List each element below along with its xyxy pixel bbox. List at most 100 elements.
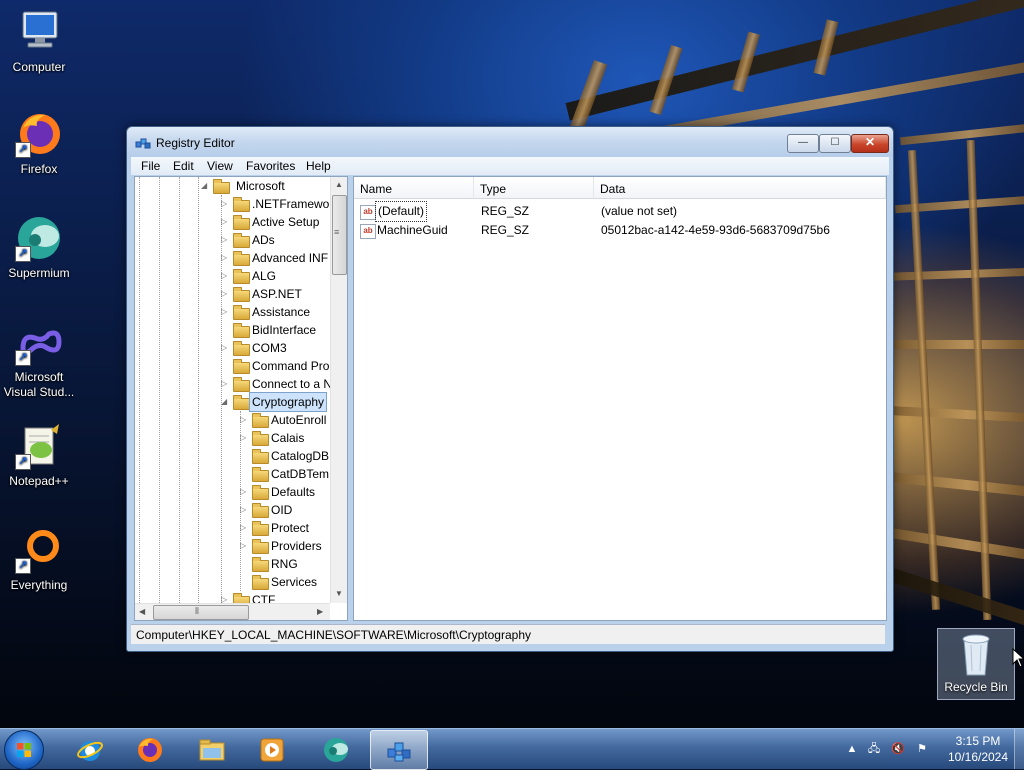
- expand-arrow-icon[interactable]: ▷: [240, 519, 250, 537]
- desktop-icon-computer[interactable]: Computer: [1, 8, 77, 75]
- expand-arrow-icon[interactable]: ▷: [221, 339, 231, 357]
- desktop-icon-firefox[interactable]: ↗ Firefox: [1, 110, 77, 177]
- folder-icon: [252, 503, 269, 518]
- taskbar-registry-editor[interactable]: [370, 730, 428, 770]
- menu-edit[interactable]: Edit: [173, 159, 194, 173]
- taskbar-firefox[interactable]: [122, 730, 178, 768]
- scroll-left-arrow-icon[interactable]: ◀: [139, 607, 145, 616]
- tree-node-label: Providers: [271, 539, 322, 553]
- tree-node[interactable]: ▷ CTF: [221, 591, 330, 603]
- start-button[interactable]: [4, 730, 44, 770]
- collapse-arrow-icon[interactable]: ◢: [221, 393, 231, 411]
- desktop-icon-notepad-plus-plus[interactable]: ↗ Notepad++: [1, 422, 77, 489]
- menu-favorites[interactable]: Favorites: [246, 159, 295, 173]
- tree-node-child[interactable]: CatDBTem: [240, 465, 330, 483]
- expand-arrow-icon[interactable]: ▷: [221, 285, 231, 303]
- tree-node[interactable]: ▷ .NETFramewo: [221, 195, 330, 213]
- expand-arrow-icon[interactable]: ▷: [240, 537, 250, 555]
- value-row[interactable]: ab (Default) REG_SZ (value not set): [354, 201, 886, 222]
- expand-arrow-icon[interactable]: ▷: [221, 231, 231, 249]
- tree-node-child[interactable]: ▷ Protect: [240, 519, 330, 537]
- registry-editor-window[interactable]: Registry Editor — ☐ ✕ File Edit View Fav…: [126, 126, 894, 652]
- menu-help[interactable]: Help: [306, 159, 331, 173]
- title-bar[interactable]: Registry Editor — ☐ ✕: [127, 127, 893, 157]
- collapse-arrow-icon[interactable]: ◢: [201, 177, 211, 195]
- tree-node-label: Protect: [271, 521, 310, 535]
- expand-arrow-icon[interactable]: ▷: [240, 411, 250, 429]
- tree-node[interactable]: ▷ ADs: [221, 231, 330, 249]
- tree-node[interactable]: ▷ ALG: [221, 267, 330, 285]
- taskbar-media-player[interactable]: [244, 730, 300, 768]
- menu-file[interactable]: File: [141, 159, 160, 173]
- expand-arrow-icon[interactable]: ▷: [221, 195, 231, 213]
- tree-node[interactable]: ▷ ASP.NET: [221, 285, 330, 303]
- tree-node[interactable]: ▷ Active Setup: [221, 213, 330, 231]
- registry-tree[interactable]: ◢ Microsoft ▷ .NETFramewo ▷ Active Setup…: [135, 177, 330, 603]
- show-hidden-icons-chevron-icon[interactable]: ▲: [844, 741, 860, 757]
- desktop-icon-everything[interactable]: ↗ Everything: [1, 526, 77, 593]
- folder-icon: [233, 269, 250, 284]
- expand-arrow-icon[interactable]: ▷: [221, 267, 231, 285]
- action-center-flag-icon[interactable]: ⚑: [914, 741, 930, 757]
- tree-node[interactable]: ▷ Connect to a N: [221, 375, 330, 393]
- expand-arrow-icon[interactable]: ▷: [221, 591, 231, 603]
- expand-arrow-icon[interactable]: ▷: [240, 429, 250, 447]
- taskbar-supermium[interactable]: [308, 730, 364, 768]
- column-header-data[interactable]: Data: [594, 177, 886, 199]
- scroll-down-arrow-icon[interactable]: ▼: [335, 589, 343, 598]
- value-type: REG_SZ: [481, 223, 530, 237]
- registry-values-pane[interactable]: Name Type Data ab (Default) REG_SZ (valu…: [353, 176, 887, 621]
- value-row[interactable]: ab MachineGuid REG_SZ 05012bac-a142-4e59…: [354, 221, 886, 240]
- column-header-name[interactable]: Name: [354, 177, 474, 199]
- tree-node[interactable]: ▷ Advanced INF: [221, 249, 330, 267]
- column-header-type[interactable]: Type: [474, 177, 594, 199]
- desktop-icon-recycle-bin[interactable]: Recycle Bin: [937, 628, 1015, 700]
- scrollbar-thumb[interactable]: [153, 605, 249, 620]
- maximize-button[interactable]: ☐: [819, 134, 851, 153]
- tree-node-child[interactable]: ▷ Defaults: [240, 483, 330, 501]
- tree-node[interactable]: BidInterface: [221, 321, 330, 339]
- minimize-button[interactable]: —: [787, 134, 819, 153]
- menu-view[interactable]: View: [207, 159, 233, 173]
- network-icon[interactable]: 🖧: [866, 741, 882, 757]
- tree-node-label: CatalogDB: [271, 449, 330, 463]
- expand-arrow-icon[interactable]: ▷: [221, 375, 231, 393]
- tree-node-label: ADs: [252, 233, 275, 247]
- taskbar-file-explorer[interactable]: [184, 730, 240, 768]
- tree-node-label: ALG: [252, 269, 277, 283]
- scroll-right-arrow-icon[interactable]: ▶: [317, 607, 323, 616]
- tree-node-child[interactable]: ▷ Providers: [240, 537, 330, 555]
- tree-node-child[interactable]: ▷ AutoEnroll: [240, 411, 330, 429]
- clock[interactable]: 3:15 PM 10/16/2024: [936, 733, 1020, 765]
- expand-arrow-icon[interactable]: ▷: [221, 249, 231, 267]
- registry-tree-pane[interactable]: ◢ Microsoft ▷ .NETFramewo ▷ Active Setup…: [134, 176, 348, 621]
- tree-node-child[interactable]: RNG: [240, 555, 330, 573]
- folder-icon: [233, 197, 250, 212]
- menu-bar: File Edit View Favorites Help: [131, 157, 889, 175]
- tree-node-microsoft[interactable]: ◢ Microsoft: [201, 177, 330, 195]
- windows-logo-icon: [17, 743, 31, 757]
- shortcut-arrow-icon: ↗: [15, 142, 31, 158]
- show-desktop-button[interactable]: [1014, 729, 1024, 769]
- desktop-icon-visual-studio[interactable]: ↗ Microsoft Visual Stud...: [1, 318, 77, 400]
- expand-arrow-icon[interactable]: ▷: [240, 483, 250, 501]
- expand-arrow-icon[interactable]: ▷: [221, 213, 231, 231]
- tree-node[interactable]: Command Pro: [221, 357, 330, 375]
- volume-muted-icon[interactable]: 🔇: [890, 741, 906, 757]
- tree-horizontal-scrollbar[interactable]: ◀ ⦀ ▶: [135, 603, 330, 620]
- scroll-up-arrow-icon[interactable]: ▲: [335, 180, 343, 189]
- tree-node-child[interactable]: CatalogDB: [240, 447, 330, 465]
- tree-node-child[interactable]: Services: [240, 573, 330, 591]
- close-button[interactable]: ✕: [851, 134, 889, 153]
- taskbar-internet-explorer[interactable]: [62, 730, 118, 768]
- tree-vertical-scrollbar[interactable]: ▲ ≡ ▼: [330, 177, 347, 603]
- tree-node-child[interactable]: ▷ Calais: [240, 429, 330, 447]
- supermium-icon: [324, 738, 348, 762]
- tree-node-cryptography-selected[interactable]: ◢ Cryptography: [221, 392, 330, 412]
- expand-arrow-icon[interactable]: ▷: [240, 501, 250, 519]
- desktop-icon-supermium[interactable]: ↗ Supermium: [1, 214, 77, 281]
- tree-node-child[interactable]: ▷ OID: [240, 501, 330, 519]
- expand-arrow-icon[interactable]: ▷: [221, 303, 231, 321]
- tree-node[interactable]: ▷ Assistance: [221, 303, 330, 321]
- tree-node[interactable]: ▷ COM3: [221, 339, 330, 357]
